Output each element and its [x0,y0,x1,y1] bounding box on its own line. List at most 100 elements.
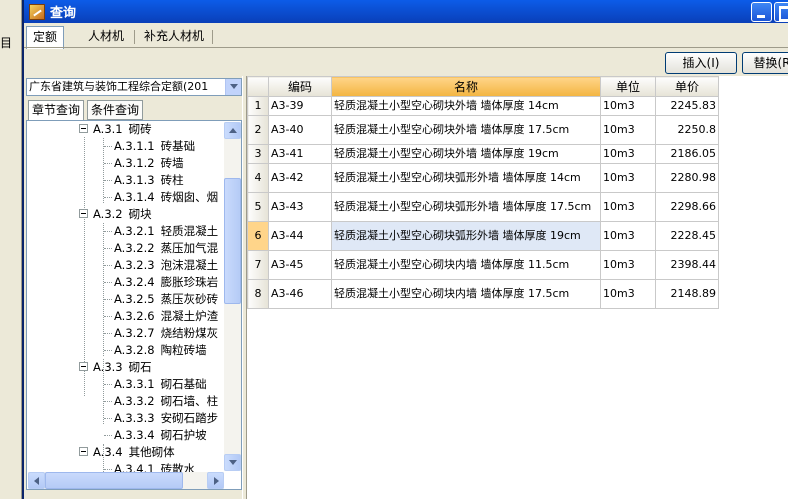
name-cell: 轻质混凝土小型空心砌块外墙 墙体厚度 17.5cm [331,115,601,145]
row-number: 7 [247,250,269,280]
tree-node[interactable]: A.3.3.2 砌石墙、柱 [104,393,218,410]
quota-grid-area: 编码 名称 单位 单价 1 A3-39 轻质混凝土小型空心砌块外墙 墙体厚度 14c… [247,76,788,499]
row-number: 1 [247,96,269,116]
tree-node[interactable]: A.3.2 砌块 [79,206,152,223]
tree-node[interactable]: A.3.3 砌石 [79,359,152,376]
tree-node[interactable]: A.3.1.3 砖柱 [104,172,184,189]
tree-node-code: A.3.2.1 [114,224,155,238]
tree-node[interactable]: A.3.2.8 陶粒砖墙 [104,342,207,359]
window-title: 查询 [50,6,77,21]
tree-node-name: 膨胀珍珠岩 [160,275,219,289]
tree-node-name: 安砌石踏步 [160,411,219,425]
price-cell: 2228.45 [655,221,719,251]
tree-node-name: 砌砖 [128,122,152,136]
table-row[interactable]: 5 A3-43 轻质混凝土小型空心砌块弧形外墙 墙体厚度 17.5cm 10m3 229… [247,192,719,222]
tree-node[interactable]: A.3.1.2 砖墙 [104,155,184,172]
code-cell: A3-40 [268,115,332,145]
tree-node[interactable]: A.3.2.5 蒸压灰砂砖 [104,291,218,308]
row-number: 3 [247,144,269,164]
name-cell: 轻质混凝土小型空心砌块内墙 墙体厚度 17.5cm [331,279,601,309]
collapse-toggle-icon[interactable] [79,124,88,133]
price-cell: 2186.05 [655,144,719,164]
quota-library-select[interactable]: 广东省建筑与装饰工程综合定额(201 [26,78,242,96]
query-window: 查询 定额 人材机 补充人材机 插入(I) 替换(R 广东省建筑与装饰工程综合定… [22,0,788,499]
row-number: 2 [247,115,269,145]
tree-node[interactable]: A.3.2.6 混凝土炉渣 [104,308,218,325]
tree-node-name: 混凝土炉渣 [160,309,219,323]
tree-node[interactable]: A.3.2.4 膨胀珍珠岩 [104,274,218,291]
scroll-thumb[interactable] [224,178,241,304]
tree-node[interactable]: A.3.4 其他砌体 [79,444,175,461]
table-row[interactable]: 6 A3-44 轻质混凝土小型空心砌块弧形外墙 墙体厚度 19cm 10m3 2228.… [247,221,719,251]
scroll-up-button[interactable] [224,122,241,139]
tree-node-code: A.3.4 [93,445,123,459]
tree-node[interactable]: A.3.2.1 轻质混凝土 [104,223,219,240]
tree-vertical-scrollbar[interactable] [224,122,241,471]
table-row[interactable]: 7 A3-45 轻质混凝土小型空心砌块内墙 墙体厚度 11.5cm 10m3 2398.… [247,250,719,280]
title-bar[interactable]: 查询 [24,0,788,23]
unit-cell: 10m3 [600,192,656,222]
minimize-button[interactable] [751,2,772,22]
name-cell: 轻质混凝土小型空心砌块外墙 墙体厚度 14cm [331,96,601,116]
chevron-down-icon[interactable] [225,79,241,95]
unit-cell: 10m3 [600,163,656,193]
tree-branch-line [104,350,112,351]
tree-node-name: 砌石护坡 [160,428,207,442]
tree-branch-line [104,435,112,436]
price-cell: 2398.44 [655,250,719,280]
tree-node-code: A.3.3.1 [114,377,155,391]
tree-node-code: A.3.2.8 [114,343,155,357]
scroll-down-button[interactable] [224,454,241,471]
tree-node-code: A.3.2 [93,207,123,221]
row-number: 5 [247,192,269,222]
replace-button[interactable]: 替换(R [742,52,788,74]
collapse-toggle-icon[interactable] [79,447,88,456]
column-header-unit[interactable]: 单位 [600,76,656,97]
tree-horizontal-scrollbar[interactable] [28,472,224,489]
tree-node[interactable]: A.3.1.1 砖基础 [104,138,195,155]
tree-node-code: A.3.1 [93,122,123,136]
column-header-name[interactable]: 名称 [331,76,601,97]
table-row[interactable]: 4 A3-42 轻质混凝土小型空心砌块弧形外墙 墙体厚度 14cm 10m3 2280.… [247,163,719,193]
tree-node[interactable]: A.3.1 砌砖 [79,121,152,138]
table-row[interactable]: 8 A3-46 轻质混凝土小型空心砌块内墙 墙体厚度 17.5cm 10m3 2148.… [247,279,719,309]
unit-cell: 10m3 [600,115,656,145]
insert-button[interactable]: 插入(I) [665,52,737,74]
chapter-panel: 广东省建筑与装饰工程综合定额(201 章节查询 条件查询 A.3.1 砌砖 A.3.… [24,76,242,499]
tree-node-code: A.3.2.3 [114,258,155,272]
collapse-toggle-icon[interactable] [79,362,88,371]
scroll-left-button[interactable] [28,472,45,489]
tree-node-code: A.3.3.4 [114,428,155,442]
tree-node[interactable]: A.3.2.2 蒸压加气混 [104,240,218,257]
table-row[interactable]: 1 A3-39 轻质混凝土小型空心砌块外墙 墙体厚度 14cm 10m3 2245.83 [247,96,719,116]
name-cell: 轻质混凝土小型空心砌块弧形外墙 墙体厚度 19cm [331,221,601,251]
tab-supplementary-lmm[interactable]: 补充人材机 [138,26,210,48]
scroll-thumb[interactable] [45,472,183,489]
column-header-price[interactable]: 单价 [655,76,719,97]
tab-labor-material-machine[interactable]: 人材机 [82,26,130,48]
code-cell: A3-45 [268,250,332,280]
tree-node[interactable]: A.3.3.1 砌石基础 [104,376,207,393]
quota-table: 编码 名称 单位 单价 1 A3-39 轻质混凝土小型空心砌块外墙 墙体厚度 14c… [247,76,719,309]
tree-node[interactable]: A.3.3.4 砌石护坡 [104,427,207,444]
tree-node[interactable]: A.3.1.4 砖烟囱、烟 [104,189,218,206]
tab-condition-query[interactable]: 条件查询 [87,100,144,120]
tree-node-name: 砌石墙、柱 [160,394,219,408]
tree-node-code: A.3.3.2 [114,394,155,408]
code-cell: A3-41 [268,144,332,164]
tree-node[interactable]: A.3.2.7 烧结粉煤灰 [104,325,218,342]
scroll-right-button[interactable] [207,472,224,489]
tab-quota[interactable]: 定额 [26,26,65,49]
row-number: 4 [247,163,269,193]
column-header-code[interactable]: 编码 [268,76,332,97]
chapter-tree: A.3.1 砌砖 A.3.1.1 砖基础 A.3.1.2 砖墙 A.3.1.3 砖柱 A.3.1… [26,120,242,490]
tab-chapter-query[interactable]: 章节查询 [28,100,85,121]
table-row[interactable]: 2 A3-40 轻质混凝土小型空心砌块外墙 墙体厚度 17.5cm 10m3 2250.… [247,115,719,145]
maximize-button[interactable] [774,2,788,22]
table-row[interactable]: 3 A3-41 轻质混凝土小型空心砌块外墙 墙体厚度 19cm 10m3 2186.05 [247,144,719,164]
collapse-toggle-icon[interactable] [79,209,88,218]
tree-node[interactable]: A.3.2.3 泡沫混凝土 [104,257,218,274]
unit-cell: 10m3 [600,279,656,309]
tree-branch-line [104,418,112,419]
tree-node[interactable]: A.3.3.3 安砌石踏步 [104,410,218,427]
